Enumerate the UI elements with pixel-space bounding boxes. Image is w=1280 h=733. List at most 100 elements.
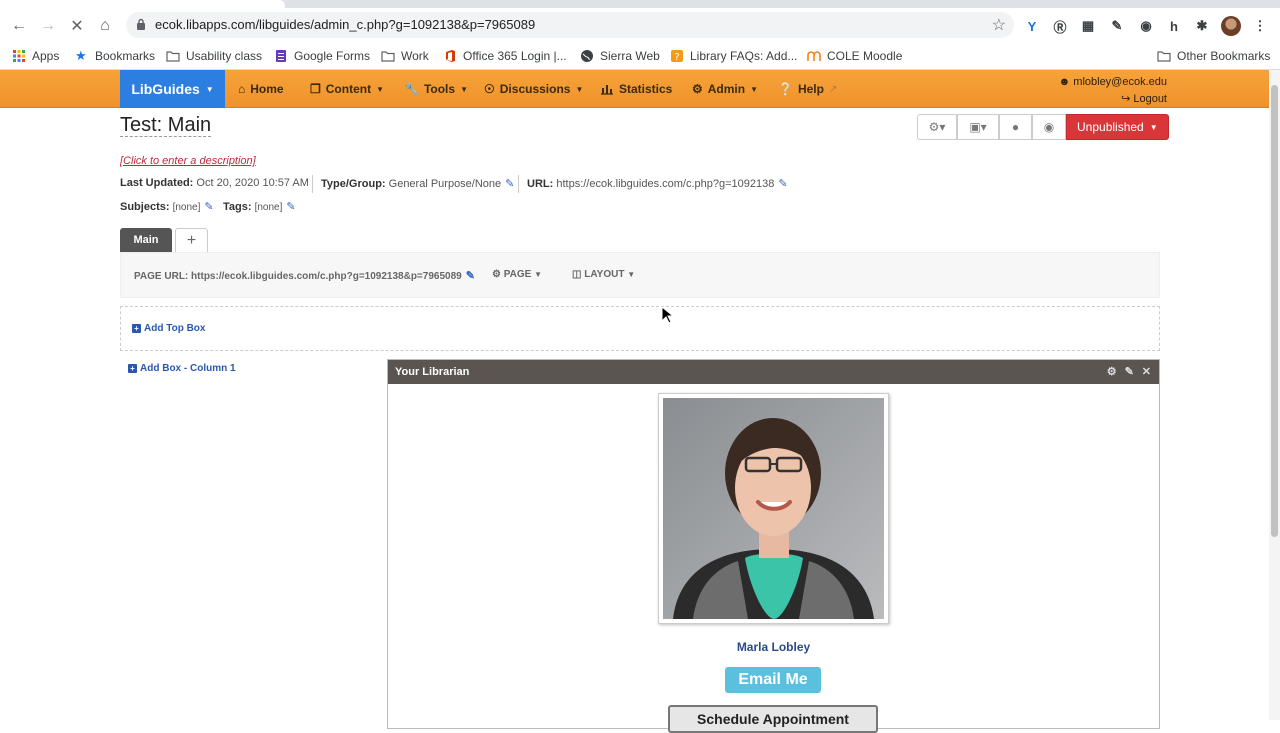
email-me-button[interactable]: Email Me bbox=[725, 667, 821, 693]
nav-tools[interactable]: 🔧 Tools ▼ bbox=[404, 70, 468, 108]
logout-link[interactable]: ↪ Logout bbox=[1059, 91, 1167, 108]
nav-content[interactable]: ❐ Content ▼ bbox=[310, 70, 384, 108]
libanswers-icon: ? bbox=[671, 50, 683, 63]
page-menu-label: PAGE bbox=[503, 269, 532, 280]
url-text[interactable]: ecok.libapps.com/libguides/admin_c.php?g… bbox=[155, 17, 535, 32]
nav-help[interactable]: ❔ Help ↗ bbox=[778, 70, 837, 108]
address-bar[interactable]: ecok.libapps.com/libguides/admin_c.php?g… bbox=[126, 12, 1014, 38]
home-icon: ⌂ bbox=[238, 82, 246, 96]
bar-chart-icon bbox=[601, 85, 613, 95]
page-scrollbar[interactable] bbox=[1269, 70, 1280, 720]
nav-label: Tools bbox=[423, 82, 456, 96]
edit-url-icon[interactable]: ✎ bbox=[778, 178, 787, 190]
guide-url: URL: https://ecok.libguides.com/c.php?g=… bbox=[527, 177, 788, 190]
edit-type-group-icon[interactable]: ✎ bbox=[505, 178, 514, 190]
close-icon[interactable]: ✕ bbox=[1142, 365, 1151, 378]
edit-tags-icon[interactable]: ✎ bbox=[286, 201, 295, 213]
nav-label: Content bbox=[325, 82, 372, 96]
publish-status-dropdown[interactable]: Unpublished ▼ bbox=[1066, 114, 1169, 140]
nav-home[interactable]: ⌂ Home bbox=[238, 70, 284, 108]
top-box-dropzone: + Add Top Box bbox=[120, 306, 1160, 351]
brand-label: LibGuides bbox=[131, 81, 200, 97]
puzzle-extensions-icon[interactable]: ✱ bbox=[1193, 17, 1211, 35]
caret-down-icon: ▼ bbox=[460, 84, 468, 94]
forward-icon[interactable]: → bbox=[37, 15, 59, 37]
bookmark-star-icon[interactable]: ☆ bbox=[992, 15, 1006, 35]
librarian-box-title[interactable]: Your Librarian bbox=[395, 366, 469, 378]
add-page-tab[interactable]: + bbox=[175, 228, 208, 252]
image-menu-button[interactable]: ▣▾ bbox=[957, 114, 999, 140]
page-menu[interactable]: ⚙ PAGE ▼ bbox=[492, 269, 542, 280]
chrome-menu-icon[interactable]: ⋮ bbox=[1251, 17, 1269, 35]
page-toolbar: PAGE URL: https://ecok.libguides.com/c.p… bbox=[120, 252, 1160, 298]
pencil-icon[interactable]: ✎ bbox=[1125, 365, 1134, 378]
bookmark-office-365[interactable]: Office 365 Login |... bbox=[443, 47, 567, 65]
user-email-link[interactable]: ☻ mlobley@ecok.edu bbox=[1059, 74, 1167, 91]
profile-avatar[interactable] bbox=[1221, 16, 1241, 36]
librarian-box-header: Your Librarian ⚙ ✎ ✕ bbox=[388, 360, 1159, 384]
svg-text:?: ? bbox=[674, 52, 679, 63]
globe-icon bbox=[581, 50, 593, 62]
user-email: mlobley@ecok.edu bbox=[1073, 76, 1167, 88]
edit-page-url-icon[interactable]: ✎ bbox=[466, 270, 475, 282]
meta-divider bbox=[518, 175, 519, 193]
nav-discussions[interactable]: ☉ Discussions ▼ bbox=[484, 70, 583, 108]
last-updated-label: Last Updated: bbox=[120, 177, 194, 189]
bookmark-google-forms[interactable]: Google Forms bbox=[274, 47, 370, 65]
h-extension-icon[interactable]: h bbox=[1165, 17, 1183, 35]
bookmark-work[interactable]: Work bbox=[381, 47, 429, 65]
bookmark-sierra-web[interactable]: Sierra Web bbox=[580, 47, 660, 65]
bookmark-usability-class[interactable]: Usability class bbox=[166, 47, 262, 65]
add-box-column-1-link[interactable]: + Add Box - Column 1 bbox=[128, 363, 236, 374]
plus-square-icon: + bbox=[132, 324, 141, 333]
comments-button[interactable]: ● bbox=[999, 114, 1032, 140]
meta-divider bbox=[312, 175, 313, 193]
gear-icon: ⚙▾ bbox=[928, 120, 946, 134]
vimeo-extension-icon[interactable]: Y bbox=[1023, 17, 1041, 35]
eyedropper-extension-icon[interactable]: ✎ bbox=[1108, 17, 1126, 35]
page-url-value: https://ecok.libguides.com/c.php?g=10921… bbox=[191, 271, 462, 282]
circle-extension-icon[interactable]: ◉ bbox=[1137, 17, 1155, 35]
caret-down-icon: ▼ bbox=[205, 84, 214, 94]
bookmark-bookmarks[interactable]: ★ Bookmarks bbox=[75, 47, 155, 65]
nav-label: Admin bbox=[707, 82, 746, 96]
image-icon: ▣▾ bbox=[969, 120, 987, 134]
type-group-value: General Purpose/None bbox=[388, 178, 502, 190]
content-icon: ❐ bbox=[310, 82, 321, 96]
libguides-brand-menu[interactable]: LibGuides ▼ bbox=[120, 70, 225, 108]
page-title[interactable]: Test: Main bbox=[120, 114, 212, 137]
add-box-column-1-label: Add Box - Column 1 bbox=[140, 363, 236, 374]
description-placeholder[interactable]: [Click to enter a description] bbox=[120, 155, 256, 167]
active-tab[interactable] bbox=[0, 0, 285, 8]
extension-icon[interactable]: ▦ bbox=[1079, 17, 1097, 35]
layout-menu[interactable]: ◫ LAYOUT ▼ bbox=[572, 269, 635, 280]
librarian-name-link[interactable]: Marla Lobley bbox=[658, 640, 889, 654]
wrench-icon: 🔧 bbox=[404, 82, 419, 96]
add-top-box-link[interactable]: + Add Top Box bbox=[132, 323, 205, 334]
bookmark-label: Office 365 Login |... bbox=[463, 49, 567, 63]
gear-icon[interactable]: ⚙ bbox=[1107, 365, 1117, 378]
bookmarks-bar: Apps ★ Bookmarks Usability class Google … bbox=[0, 42, 1280, 70]
help-icon: ❔ bbox=[778, 82, 793, 96]
settings-menu-button[interactable]: ⚙▾ bbox=[917, 114, 957, 140]
preview-button[interactable]: ◉ bbox=[1032, 114, 1066, 140]
wordpress-extension-icon[interactable]: Ⓡ bbox=[1051, 17, 1069, 35]
guide-title-text: Test: Main bbox=[120, 114, 212, 137]
edit-subjects-icon[interactable]: ✎ bbox=[204, 201, 213, 213]
scrollbar-thumb[interactable] bbox=[1271, 85, 1278, 537]
nav-admin[interactable]: ⚙ Admin ▼ bbox=[692, 70, 758, 108]
tab-main[interactable]: Main bbox=[120, 228, 172, 252]
stop-icon[interactable]: ✕ bbox=[66, 15, 88, 37]
bookmark-library-faqs[interactable]: ? Library FAQs: Add... bbox=[670, 47, 797, 65]
home-icon[interactable]: ⌂ bbox=[94, 15, 116, 37]
bookmark-cole-moodle[interactable]: COLE Moodle bbox=[807, 47, 902, 65]
bookmark-apps[interactable]: Apps bbox=[12, 47, 59, 65]
bookmark-label: COLE Moodle bbox=[827, 49, 903, 63]
bookmark-other[interactable]: Other Bookmarks bbox=[1157, 47, 1270, 65]
schedule-appointment-button[interactable]: Schedule Appointment bbox=[668, 705, 878, 733]
mouse-cursor-icon bbox=[661, 306, 673, 324]
moodle-icon bbox=[807, 51, 821, 61]
nav-statistics[interactable]: Statistics bbox=[600, 70, 672, 108]
back-icon[interactable]: ← bbox=[8, 15, 30, 37]
eye-icon: ◉ bbox=[1043, 120, 1055, 134]
